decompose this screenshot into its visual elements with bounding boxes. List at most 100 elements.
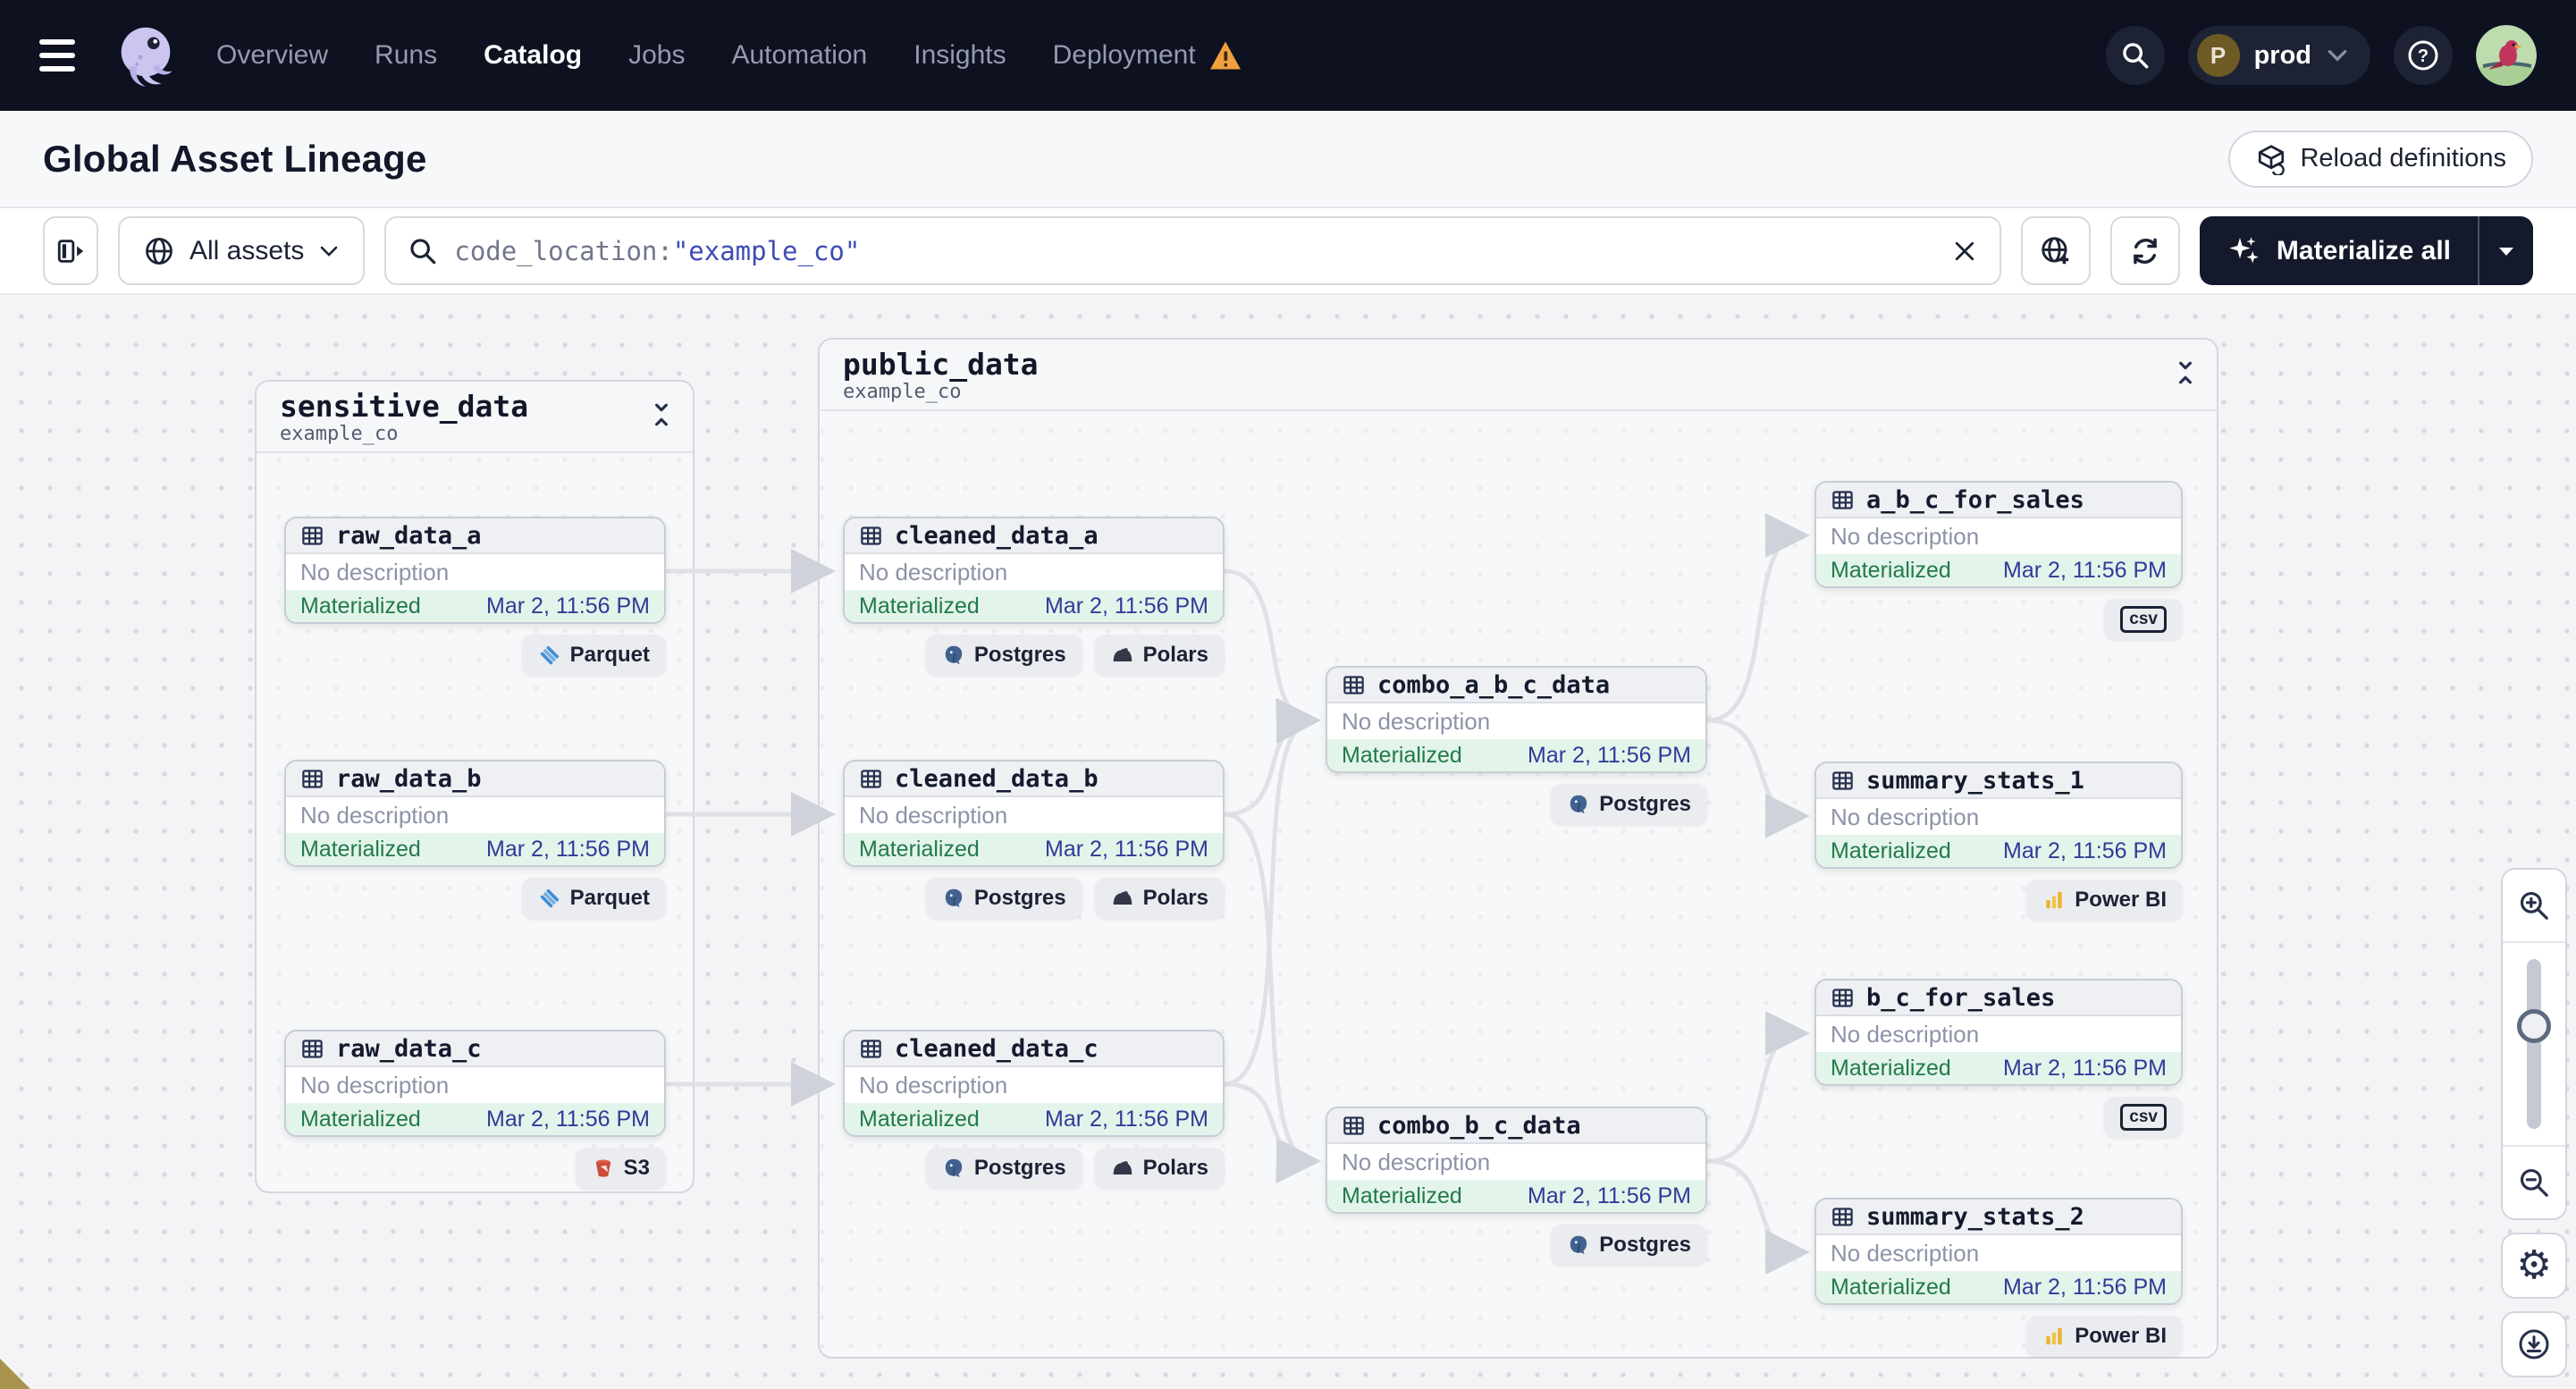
asset-node-cleaned-data-b[interactable]: cleaned_data_b No description Materializ… <box>843 760 1225 867</box>
asset-node-cleaned-data-c[interactable]: cleaned_data_c No description Materializ… <box>843 1030 1225 1137</box>
asset-status-row: Materialized Mar 2, 11:56 PM <box>1327 739 1705 771</box>
materialize-all-button[interactable]: Materialize all <box>2199 216 2533 285</box>
kind-tag-powerbi[interactable]: Power BI <box>2026 1316 2183 1357</box>
top-nav: Overview Runs Catalog Jobs Automation In… <box>0 0 2576 111</box>
zoom-out-button[interactable] <box>2503 1147 2565 1218</box>
materialization-timestamp[interactable]: Mar 2, 11:56 PM <box>1045 593 1208 619</box>
menu-icon[interactable] <box>39 39 80 72</box>
asset-node-a-b-c-for-sales[interactable]: a_b_c_for_sales No description Materiali… <box>1814 481 2183 588</box>
powerbi-icon <box>2042 888 2066 912</box>
kind-tag-postgres[interactable]: Postgres <box>925 878 1082 919</box>
page-curl-decoration <box>0 1359 30 1389</box>
status-badge: Materialized <box>1342 1183 1462 1208</box>
materialization-timestamp[interactable]: Mar 2, 11:56 PM <box>2003 558 2167 584</box>
kind-tag-postgres[interactable]: Postgres <box>1551 1225 1707 1266</box>
asset-node-combo-a-b-c-data[interactable]: combo_a_b_c_data No description Material… <box>1326 666 1707 773</box>
materialization-timestamp[interactable]: Mar 2, 11:56 PM <box>2003 1056 2167 1082</box>
kind-tag-postgres[interactable]: Postgres <box>925 635 1082 676</box>
chevron-down-icon <box>2326 47 2349 63</box>
clear-search-icon[interactable] <box>1951 238 1978 265</box>
asset-description: No description <box>1816 1235 2181 1271</box>
zoom-slider[interactable] <box>2503 941 2565 1147</box>
reload-definitions-button[interactable]: Reload definitions <box>2228 130 2533 188</box>
asset-node-raw-data-a[interactable]: raw_data_a No description Materialized M… <box>284 517 666 624</box>
kind-tag-powerbi[interactable]: Power BI <box>2026 880 2183 921</box>
zoom-slider-thumb[interactable] <box>2517 1009 2551 1043</box>
asset-status-row: Materialized Mar 2, 11:56 PM <box>845 590 1223 622</box>
lineage-canvas[interactable]: sensitive_data example_co public_data ex… <box>0 295 2576 1389</box>
new-asset-group-button[interactable] <box>2020 216 2091 285</box>
deployment-warning-icon <box>1208 40 1242 71</box>
kind-tag-polars[interactable]: Polars <box>1094 1148 1225 1189</box>
csv-icon: csv <box>2120 1104 2167 1131</box>
toggle-sidebar-button[interactable] <box>43 216 98 285</box>
nav-item-automation[interactable]: Automation <box>731 40 867 71</box>
asset-node-summary-stats-1[interactable]: summary_stats_1 No description Materiali… <box>1814 762 2183 869</box>
asset-description: No description <box>1816 518 2181 554</box>
global-search-button[interactable] <box>2105 26 2165 85</box>
asset-node-raw-data-b[interactable]: raw_data_b No description Materialized M… <box>284 760 666 867</box>
asset-status-row: Materialized Mar 2, 11:56 PM <box>845 1103 1223 1135</box>
asset-description: No description <box>845 1067 1223 1103</box>
zoom-in-icon <box>2517 888 2551 922</box>
nav-item-runs[interactable]: Runs <box>375 40 437 71</box>
kind-tag-postgres[interactable]: Postgres <box>1551 784 1707 825</box>
materialization-timestamp[interactable]: Mar 2, 11:56 PM <box>1045 837 1208 863</box>
asset-node-summary-stats-2[interactable]: summary_stats_2 No description Materiali… <box>1814 1198 2183 1305</box>
search-query-value: "example_co" <box>672 235 861 266</box>
nav-item-insights[interactable]: Insights <box>913 40 1006 71</box>
environment-switcher[interactable]: P prod <box>2187 26 2370 85</box>
download-image-button[interactable] <box>2501 1311 2567 1377</box>
kind-tag-postgres[interactable]: Postgres <box>925 1148 1082 1189</box>
materialization-timestamp[interactable]: Mar 2, 11:56 PM <box>1528 743 1691 769</box>
asset-status-row: Materialized Mar 2, 11:56 PM <box>845 833 1223 865</box>
asset-scope-dropdown[interactable]: All assets <box>118 216 366 285</box>
materialization-timestamp[interactable]: Mar 2, 11:56 PM <box>486 837 650 863</box>
kind-tag-polars[interactable]: Polars <box>1094 635 1225 676</box>
powerbi-icon <box>2042 1325 2066 1348</box>
table-icon <box>300 767 324 791</box>
reload-cube-icon <box>2255 143 2287 175</box>
refresh-graph-button[interactable] <box>2109 216 2180 285</box>
asset-description: No description <box>1816 799 2181 835</box>
kind-tag-csv[interactable]: csv <box>2104 1097 2183 1138</box>
parquet-icon <box>538 887 561 910</box>
table-icon <box>1831 488 1855 512</box>
dagster-logo[interactable] <box>111 21 181 90</box>
asset-status-row: Materialized Mar 2, 11:56 PM <box>1816 835 2181 867</box>
asset-description: No description <box>845 797 1223 833</box>
materialize-options-caret[interactable] <box>2478 216 2533 285</box>
help-button[interactable]: ? <box>2394 26 2453 85</box>
graph-settings-button[interactable]: ⚙ <box>2501 1233 2567 1299</box>
status-badge: Materialized <box>1831 838 1951 863</box>
kind-tag-parquet[interactable]: Parquet <box>521 878 666 919</box>
materialization-timestamp[interactable]: Mar 2, 11:56 PM <box>2003 1275 2167 1301</box>
table-icon <box>300 1037 324 1061</box>
zoom-in-button[interactable] <box>2503 870 2565 941</box>
asset-status-row: Materialized Mar 2, 11:56 PM <box>286 833 664 865</box>
asset-description: No description <box>286 554 664 590</box>
asset-search-input[interactable]: code_location: "example_co" <box>384 216 2001 285</box>
asset-node-combo-b-c-data[interactable]: combo_b_c_data No description Materializ… <box>1326 1107 1707 1214</box>
status-badge: Materialized <box>1831 557 1951 583</box>
materialization-timestamp[interactable]: Mar 2, 11:56 PM <box>486 593 650 619</box>
materialization-timestamp[interactable]: Mar 2, 11:56 PM <box>1528 1183 1691 1209</box>
kind-tag-polars[interactable]: Polars <box>1094 878 1225 919</box>
nav-item-deployment[interactable]: Deployment <box>1053 40 1196 71</box>
materialization-timestamp[interactable]: Mar 2, 11:56 PM <box>1045 1107 1208 1132</box>
nav-item-overview[interactable]: Overview <box>216 40 328 71</box>
kind-tag-parquet[interactable]: Parquet <box>521 635 666 676</box>
nav-item-jobs[interactable]: Jobs <box>628 40 685 71</box>
asset-node-cleaned-data-a[interactable]: cleaned_data_a No description Materializ… <box>843 517 1225 624</box>
materialization-timestamp[interactable]: Mar 2, 11:56 PM <box>486 1107 650 1132</box>
table-icon <box>1831 986 1855 1010</box>
nav-item-catalog[interactable]: Catalog <box>484 40 582 71</box>
materialization-timestamp[interactable]: Mar 2, 11:56 PM <box>2003 838 2167 864</box>
asset-node-b-c-for-sales[interactable]: b_c_for_sales No description Materialize… <box>1814 979 2183 1086</box>
kind-tag-csv[interactable]: csv <box>2104 599 2183 640</box>
kind-tag-s3[interactable]: S3 <box>575 1148 666 1189</box>
status-badge: Materialized <box>1342 742 1462 768</box>
user-avatar[interactable] <box>2476 25 2537 86</box>
asset-status-row: Materialized Mar 2, 11:56 PM <box>1816 1271 2181 1303</box>
asset-node-raw-data-c[interactable]: raw_data_c No description Materialized M… <box>284 1030 666 1137</box>
